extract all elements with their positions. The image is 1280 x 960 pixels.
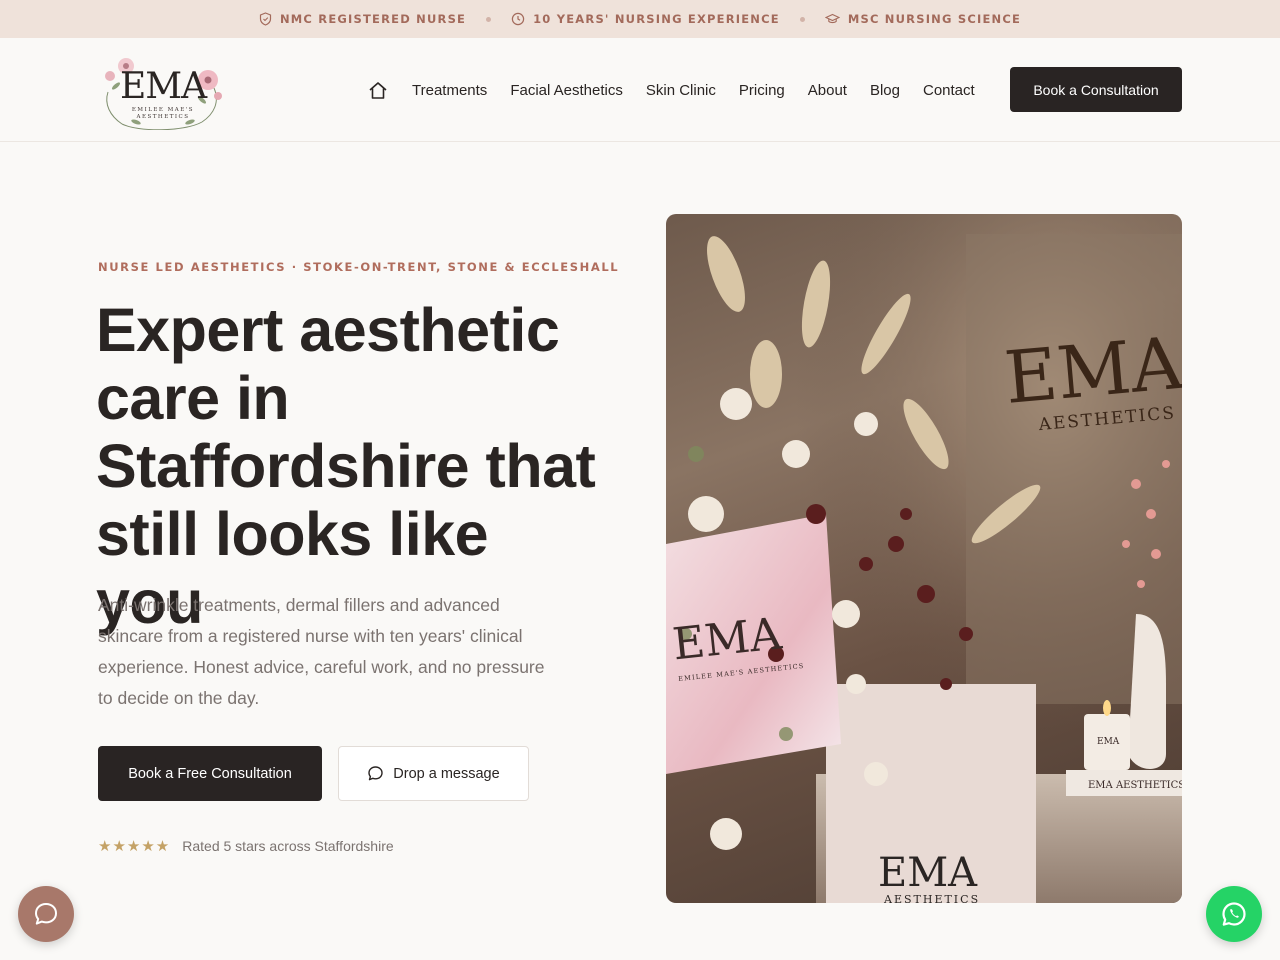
- separator-dot: [486, 16, 492, 22]
- nav-link-about[interactable]: About: [808, 82, 847, 99]
- nav-link-pricing[interactable]: Pricing: [739, 82, 785, 99]
- rating-text: Rated 5 stars across Staffordshire: [182, 838, 394, 854]
- nav-link-blog[interactable]: Blog: [870, 82, 900, 99]
- whatsapp-icon: [1222, 902, 1246, 926]
- book-cover-text: EMA AESTHETICS: [1088, 780, 1182, 791]
- box-logo-subtitle: AESTHETICS: [883, 893, 980, 903]
- candle-label-text: EMA: [1097, 737, 1120, 747]
- shield-icon: [259, 12, 272, 26]
- separator-dot: [799, 16, 805, 22]
- hero-description: Anti-wrinkle treatments, dermal fillers …: [98, 595, 545, 708]
- trust-label-nmc: NMC REGISTERED NURSE: [279, 12, 467, 26]
- drop-message-button[interactable]: Drop a message: [338, 746, 529, 801]
- logo-subtitle: EMILEE MAE'S AESTHETICS: [131, 107, 195, 120]
- clock-icon: [511, 12, 525, 26]
- box-logo-text: EMA: [878, 850, 978, 896]
- brand-logo[interactable]: EMA EMILEE MAE'S AESTHETICS: [98, 52, 224, 130]
- trust-label-experience: 10 YEARS' NURSING EXPERIENCE: [533, 12, 780, 26]
- book-consultation-button[interactable]: Book a Consultation: [1010, 67, 1182, 112]
- logo-wordmark: EMA: [120, 66, 207, 107]
- nav-link-treatments[interactable]: Treatments: [412, 82, 487, 99]
- hero-eyebrow: NURSE LED AESTHETICS · STOKE-ON-TRENT, S…: [98, 260, 620, 274]
- chat-icon: [35, 903, 57, 925]
- graduation-cap-icon: [824, 13, 840, 24]
- trust-bar: NMC REGISTERED NURSE 10 YEARS' NURSING E…: [0, 0, 1280, 38]
- nav-link-facial-aesthetics[interactable]: Facial Aesthetics: [510, 82, 623, 99]
- five-star-icon: ★★★★★: [98, 838, 171, 855]
- drop-message-label: Drop a message: [393, 765, 500, 782]
- nav-link-skin-clinic[interactable]: Skin Clinic: [646, 82, 716, 99]
- trust-label-msc: MSC NURSING SCIENCE: [847, 12, 1022, 26]
- book-free-consultation-button[interactable]: Book a Free Consultation: [98, 746, 322, 801]
- chat-button[interactable]: [18, 886, 74, 942]
- clinic-photo: EMA AESTHETICS EMA EMILEE MAE'S AESTHETI…: [666, 214, 1182, 903]
- site-header: EMA EMILEE MAE'S AESTHETICS Treatments F…: [0, 38, 1280, 142]
- home-icon[interactable]: [368, 81, 388, 100]
- main-nav: Treatments Facial Aesthetics Skin Clinic…: [368, 38, 998, 142]
- rating-summary: ★★★★★ Rated 5 stars across Staffordshire: [98, 836, 394, 856]
- message-bubble-icon: [368, 766, 383, 781]
- trust-item-msc: MSC NURSING SCIENCE: [824, 12, 1022, 26]
- trust-item-experience: 10 YEARS' NURSING EXPERIENCE: [511, 12, 780, 26]
- nav-link-contact[interactable]: Contact: [923, 82, 975, 99]
- trust-item-nmc: NMC REGISTERED NURSE: [259, 12, 466, 26]
- whatsapp-button[interactable]: [1206, 886, 1262, 942]
- hero-headline: Expert aesthetic care in Staffordshire t…: [96, 296, 596, 636]
